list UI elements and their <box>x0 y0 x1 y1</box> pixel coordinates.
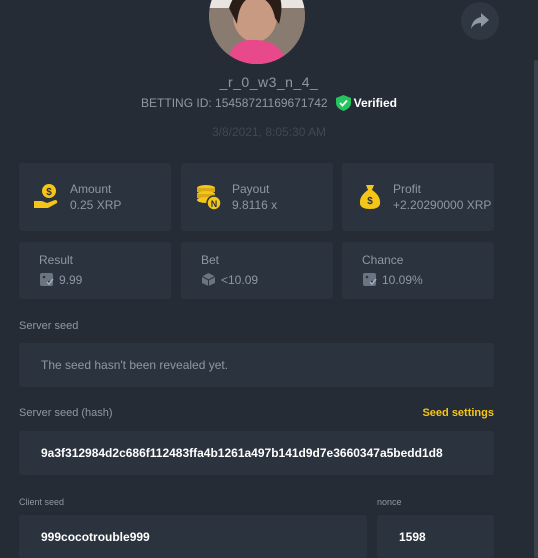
verified-badge: Verified <box>335 95 397 111</box>
avatar <box>209 0 305 64</box>
betting-id: BETTING ID: 15458721169671742 <box>141 96 328 110</box>
dice-icon <box>40 273 54 286</box>
username: _r_0_w3_n_4_ <box>219 74 319 90</box>
profit-label: Profit <box>393 182 422 196</box>
bet-label: Bet <box>201 253 220 267</box>
coin-stack-icon: N <box>197 185 222 211</box>
amount-value: 0.25 XRP <box>70 198 122 212</box>
shield-check-icon <box>335 95 351 111</box>
chance-value: 10.09% <box>382 272 423 287</box>
profit-value: +2.20290000 XRP <box>393 198 492 212</box>
nonce-field[interactable]: 1598 <box>377 515 494 558</box>
dice-icon <box>363 273 377 286</box>
server-seed-hash-label: Server seed (hash) <box>19 407 113 419</box>
payout-label: Payout <box>232 182 270 196</box>
money-bag-icon: $ <box>359 185 381 209</box>
client-seed-field[interactable]: 999cocotrouble999 <box>19 515 367 558</box>
server-seed-field: The seed hasn't been revealed yet. <box>19 343 494 387</box>
seed-settings-link[interactable]: Seed settings <box>422 407 494 419</box>
nonce-label: nonce <box>377 497 402 507</box>
bet-timestamp: 3/8/2021, 8:05:30 AM <box>211 125 327 139</box>
server-seed-hash-field[interactable]: 9a3f312984d2c686f112483ffa4b1261a497b141… <box>19 431 494 475</box>
result-value: 9.99 <box>59 272 83 287</box>
result-label: Result <box>39 253 74 267</box>
share-icon <box>471 13 489 29</box>
profit-card: $ Profit +2.20290000 XRP <box>342 163 494 231</box>
chance-card: Chance 10.09% <box>342 242 494 299</box>
server-seed-label: Server seed <box>19 320 79 332</box>
chance-label: Chance <box>362 253 404 267</box>
verified-label: Verified <box>353 96 397 110</box>
betting-id-row: BETTING ID: 15458721169671742 Verified <box>0 95 538 111</box>
bet-value: <10.09 <box>221 272 259 287</box>
bet-card: Bet <10.09 <box>181 242 333 299</box>
result-card: Result 9.99 <box>19 242 171 299</box>
amount-card: $ Amount 0.25 XRP <box>19 163 171 231</box>
coin-hand-icon: $ <box>34 184 58 208</box>
svg-text:N: N <box>211 199 218 209</box>
payout-card: N Payout 9.8116 x <box>181 163 333 231</box>
payout-value: 9.8116 x <box>232 198 278 212</box>
dice-icon <box>201 273 216 286</box>
share-button[interactable] <box>461 2 499 40</box>
amount-label: Amount <box>70 182 112 196</box>
svg-text:$: $ <box>46 187 52 198</box>
client-seed-label: Client seed <box>19 497 65 507</box>
svg-text:$: $ <box>367 196 373 207</box>
